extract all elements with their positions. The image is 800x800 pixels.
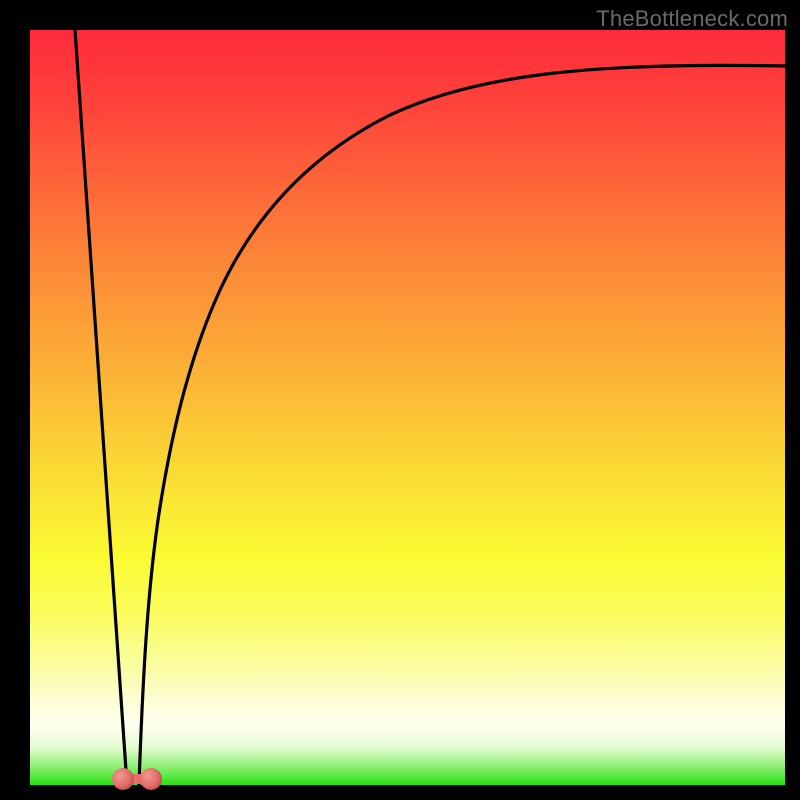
curve-right-branch [139,65,785,785]
bottleneck-curve [30,30,785,785]
range-slider-handle-right[interactable] [140,768,162,790]
chart-frame: TheBottleneck.com [0,0,800,800]
curve-left-branch [75,30,127,785]
range-slider-handle-left[interactable] [112,768,134,790]
watermark-text: TheBottleneck.com [596,6,788,32]
